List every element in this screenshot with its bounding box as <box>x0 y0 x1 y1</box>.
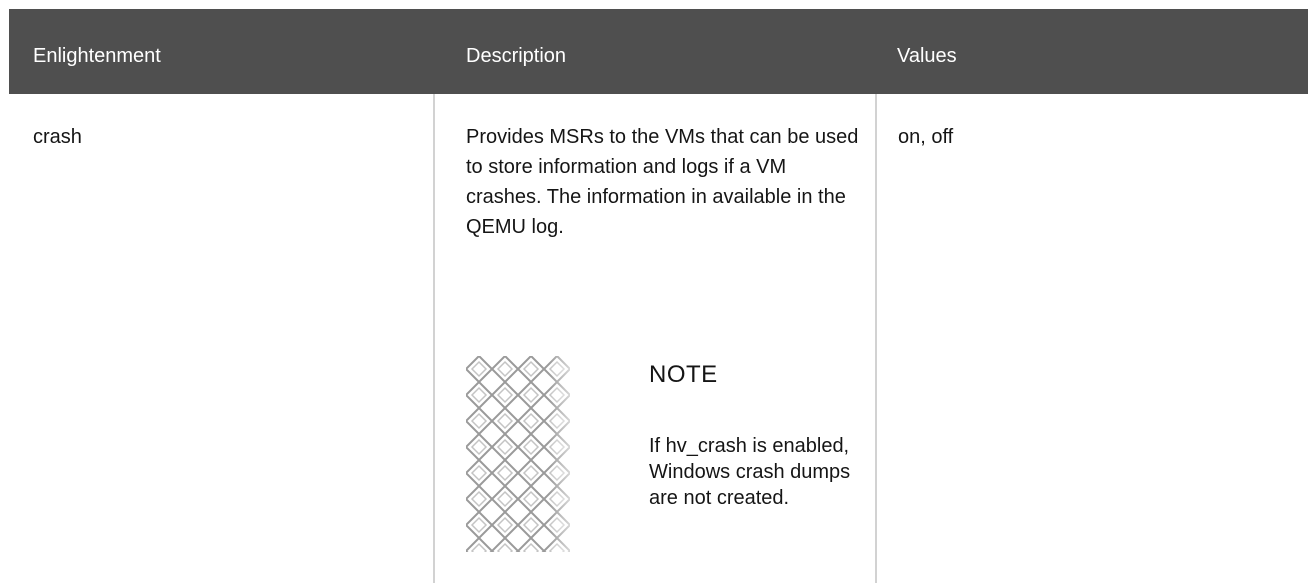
enlightenments-table: Enlightenment Description Values crash P… <box>9 9 1308 583</box>
column-divider <box>433 94 435 583</box>
table-row: crash Provides MSRs to the VMs that can … <box>9 94 1308 583</box>
cell-enlightenment: crash <box>33 126 82 148</box>
column-header-description: Description <box>466 45 567 67</box>
column-header-enlightenment: Enlightenment <box>33 45 161 67</box>
note-body: If hv_crash is enabled, Windows crash du… <box>649 435 851 509</box>
note-admonition: NOTE If hv_crash is enabled, Windows cra… <box>466 347 866 552</box>
column-header-values: Values <box>897 45 957 67</box>
note-title: NOTE <box>649 361 718 388</box>
table-header: Enlightenment Description Values <box>9 9 1308 94</box>
cell-values: on, off <box>898 126 954 148</box>
diamond-pattern-icon <box>466 356 570 552</box>
column-divider <box>875 94 877 583</box>
cell-description: Provides MSRs to the VMs that can be use… <box>466 126 859 238</box>
